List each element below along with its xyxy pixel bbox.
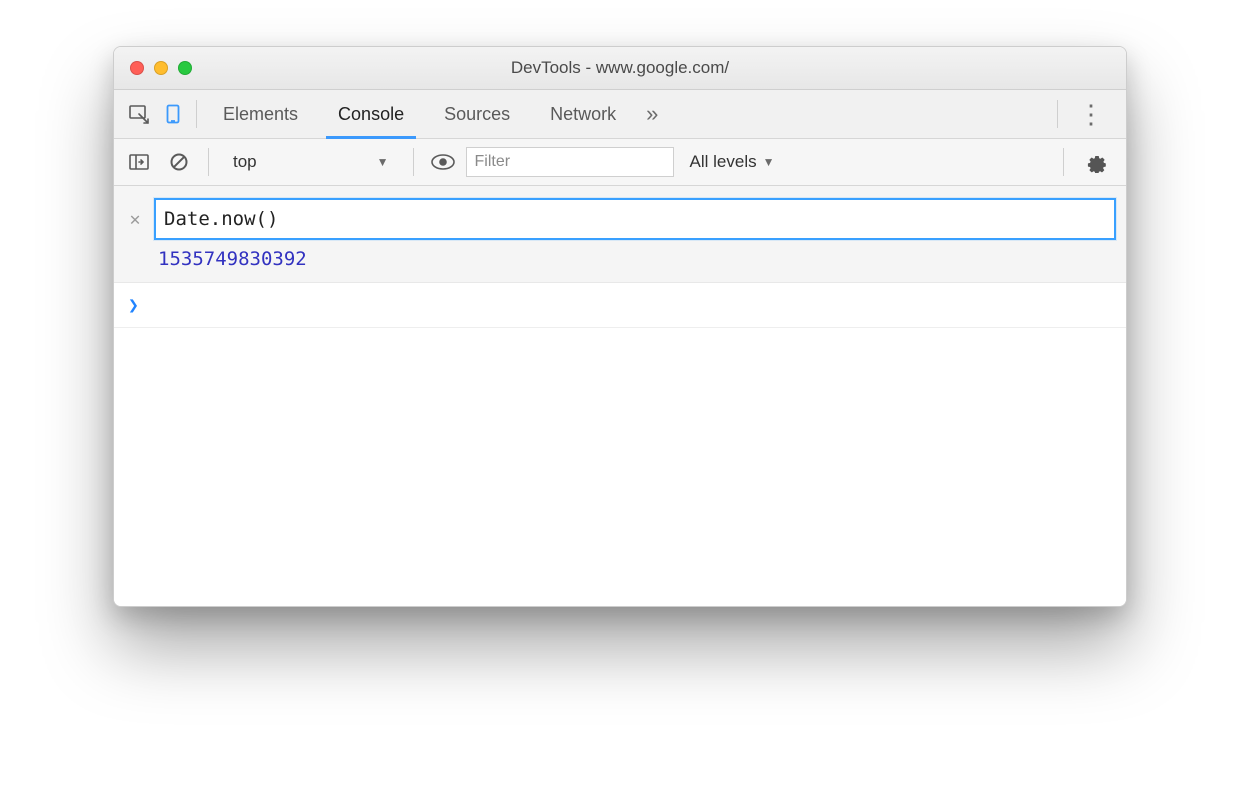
separator bbox=[1063, 148, 1064, 176]
inspect-icon[interactable] bbox=[122, 97, 156, 131]
window-title: DevTools - www.google.com/ bbox=[114, 58, 1126, 78]
console-prompt-row[interactable]: ❯ bbox=[114, 283, 1126, 328]
dropdown-icon: ▼ bbox=[377, 155, 389, 169]
dropdown-icon: ▼ bbox=[763, 155, 775, 169]
device-toggle-icon[interactable] bbox=[156, 97, 190, 131]
tab-network[interactable]: Network bbox=[530, 90, 636, 138]
console-output: ✕ 1535749830392 ❯ bbox=[114, 186, 1126, 606]
tabs-overflow-button[interactable]: » bbox=[636, 101, 668, 127]
maximize-window-button[interactable] bbox=[178, 61, 192, 75]
prompt-icon: ❯ bbox=[128, 295, 139, 316]
tab-sources[interactable]: Sources bbox=[424, 90, 530, 138]
filter-input[interactable] bbox=[466, 147, 674, 177]
separator bbox=[1057, 100, 1058, 128]
minimize-window-button[interactable] bbox=[154, 61, 168, 75]
close-window-button[interactable] bbox=[130, 61, 144, 75]
more-options-button[interactable]: ⋮ bbox=[1064, 99, 1118, 130]
live-expression-result: 1535749830392 bbox=[114, 244, 1126, 276]
execution-context-selector[interactable]: top ▼ bbox=[221, 152, 401, 172]
separator bbox=[413, 148, 414, 176]
clear-console-icon[interactable] bbox=[162, 145, 196, 179]
devtools-window: DevTools - www.google.com/ Elements Cons… bbox=[113, 46, 1127, 607]
titlebar: DevTools - www.google.com/ bbox=[114, 47, 1126, 90]
tab-elements[interactable]: Elements bbox=[203, 90, 318, 138]
panel-tabs: Elements Console Sources Network » ⋮ bbox=[114, 90, 1126, 139]
console-input[interactable] bbox=[149, 293, 1116, 317]
close-icon[interactable]: ✕ bbox=[126, 209, 144, 230]
show-console-sidebar-icon[interactable] bbox=[122, 145, 156, 179]
tab-console[interactable]: Console bbox=[318, 90, 424, 138]
live-expression-icon[interactable] bbox=[426, 145, 460, 179]
separator bbox=[196, 100, 197, 128]
log-levels-selector[interactable]: All levels ▼ bbox=[680, 152, 785, 172]
separator bbox=[208, 148, 209, 176]
console-settings-icon[interactable] bbox=[1076, 151, 1118, 173]
log-levels-label: All levels bbox=[690, 152, 757, 172]
window-controls bbox=[130, 61, 192, 75]
live-expression-entry: ✕ 1535749830392 bbox=[114, 186, 1126, 283]
console-toolbar: top ▼ All levels ▼ bbox=[114, 139, 1126, 186]
live-expression-input[interactable] bbox=[154, 198, 1116, 240]
execution-context-label: top bbox=[233, 152, 257, 172]
